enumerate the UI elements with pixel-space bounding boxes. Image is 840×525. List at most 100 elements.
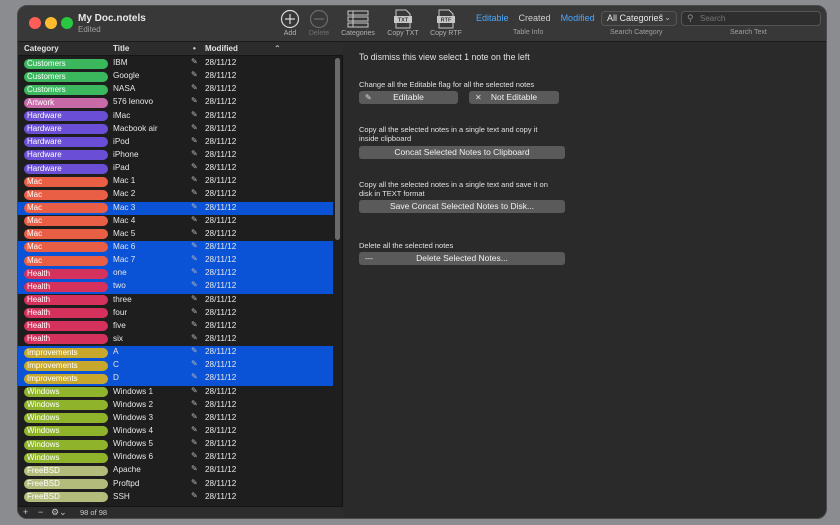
note-title: Windows 5	[113, 439, 154, 449]
minimize-window-button[interactable]	[45, 17, 57, 29]
table-row[interactable]: Customers IBM ✎ 28/11/12	[18, 57, 333, 70]
category-pill: Windows	[24, 426, 108, 437]
table-row[interactable]: Hardware iPhone ✎ 28/11/12	[18, 149, 333, 162]
category-pill: Windows	[24, 400, 108, 411]
zoom-window-button[interactable]	[61, 17, 73, 29]
segment-editable[interactable]: Editable	[471, 12, 514, 26]
table-row[interactable]: Health four ✎ 28/11/12	[18, 307, 333, 320]
table-row[interactable]: Windows Windows 2 ✎ 28/11/12	[18, 399, 333, 412]
pencil-icon: ✎	[191, 96, 198, 106]
close-window-button[interactable]	[29, 17, 41, 29]
note-title: three	[113, 294, 132, 304]
add-note-button[interactable]: +	[23, 507, 28, 517]
header-category[interactable]: Category	[24, 44, 59, 53]
table-row[interactable]: Health one ✎ 28/11/12	[18, 267, 333, 281]
categories-button[interactable]: Categories	[338, 9, 378, 39]
table-row[interactable]: Customers NASA ✎ 28/11/12	[18, 83, 333, 96]
table-row[interactable]: FreeBSD Apache ✎ 28/11/12	[18, 464, 333, 477]
table-row[interactable]: Mac Mac 6 ✎ 28/11/12	[18, 240, 333, 255]
table-row[interactable]: Windows Windows 5 ✎ 28/11/12	[18, 438, 333, 451]
editable-button[interactable]: ✎ Editable	[359, 91, 458, 104]
table-row[interactable]: FreeBSD SSH ✎ 28/11/12	[18, 491, 333, 504]
header-modified[interactable]: Modified	[205, 44, 238, 53]
pencil-icon: ✎	[191, 411, 198, 421]
search-text-caption: Search Text	[730, 29, 767, 36]
table-row[interactable]: Improvements C ✎ 28/11/12	[18, 359, 333, 373]
category-pill: Mac	[24, 189, 108, 200]
x-icon: ✕	[475, 93, 482, 102]
table-row[interactable]: Windows Windows 1 ✎ 28/11/12	[18, 386, 333, 399]
table-row[interactable]: Improvements D ✎ 28/11/12	[18, 372, 333, 386]
table-row[interactable]: Health six ✎ 28/11/12	[18, 333, 333, 346]
pencil-icon: ✎	[191, 188, 198, 198]
pencil-icon: ✎	[191, 109, 198, 119]
category-pill: Mac	[24, 216, 108, 227]
header-title[interactable]: Title	[113, 44, 129, 53]
dismiss-hint: To dismiss this view select 1 note on th…	[359, 52, 530, 62]
table-row[interactable]: Artwork 576 lenovo ✎ 28/11/12	[18, 96, 333, 109]
pencil-icon: ✎	[191, 438, 198, 448]
pencil-icon: ✎	[191, 306, 198, 316]
table-row[interactable]: Health five ✎ 28/11/12	[18, 320, 333, 333]
category-pill: Health	[24, 281, 108, 292]
category-pill: Windows	[24, 439, 108, 450]
modified-date: 28/11/12	[205, 281, 237, 291]
table-row[interactable]: FreeBSD Proftpd ✎ 28/11/12	[18, 478, 333, 491]
table-row[interactable]: Mac Mac 1 ✎ 28/11/12	[18, 175, 333, 188]
table-row[interactable]: Customers Google ✎ 28/11/12	[18, 70, 333, 83]
table-row[interactable]: Hardware Macbook air ✎ 28/11/12	[18, 123, 333, 136]
table-row[interactable]: Mac Mac 3 ✎ 28/11/12	[18, 201, 333, 215]
category-pill: FreeBSD	[24, 479, 108, 489]
delete-button[interactable]: Delete	[299, 9, 339, 39]
modified-date: 28/11/12	[205, 136, 237, 146]
copy-txt-button[interactable]: TXT Copy TXT	[383, 9, 423, 39]
category-pill: Mac	[24, 176, 108, 187]
header-dot[interactable]: •	[193, 44, 196, 53]
note-title: 576 lenovo	[113, 97, 154, 107]
pencil-icon: ✎	[191, 201, 198, 211]
delete-selected-notes-button[interactable]: — Delete Selected Notes...	[359, 252, 565, 265]
table-row[interactable]: Windows Windows 3 ✎ 28/11/12	[18, 412, 333, 425]
search-input[interactable]: ⚲ Search	[681, 11, 821, 26]
copy-rtf-button[interactable]: RTF Copy RTF	[426, 9, 466, 39]
concat-to-clipboard-button[interactable]: Concat Selected Notes to Clipboard	[359, 146, 565, 159]
note-title: iPad	[113, 163, 130, 173]
editable-button-label: Editable	[393, 92, 424, 102]
category-pill: Mac	[24, 203, 108, 214]
table-row[interactable]: Health two ✎ 28/11/12	[18, 280, 333, 294]
modified-date: 28/11/12	[205, 110, 237, 120]
note-title: NASA	[113, 84, 136, 94]
table-row[interactable]: Windows Windows 6 ✎ 28/11/12	[18, 451, 333, 464]
segment-created[interactable]: Created	[514, 12, 556, 26]
note-title: Windows 3	[113, 412, 154, 422]
table-row[interactable]: Mac Mac 2 ✎ 28/11/12	[18, 188, 333, 201]
not-editable-button[interactable]: ✕ Not Editable	[469, 91, 559, 104]
table-row[interactable]: Mac Mac 4 ✎ 28/11/12	[18, 215, 333, 228]
category-select[interactable]: All Categories ⌃⌄	[601, 11, 677, 26]
table-row[interactable]: Windows Windows 4 ✎ 28/11/12	[18, 425, 333, 438]
note-title: two	[113, 281, 126, 291]
chevron-updown-icon: ⌃⌄	[657, 13, 671, 22]
vertical-scrollbar[interactable]	[335, 58, 340, 240]
table-header: Category Title • Modified ⌃	[18, 42, 343, 56]
table-row[interactable]: Hardware iPod ✎ 28/11/12	[18, 136, 333, 149]
remove-note-button[interactable]: −	[38, 507, 43, 517]
table-row[interactable]: Health three ✎ 28/11/12	[18, 294, 333, 307]
plus-circle-icon	[280, 9, 300, 29]
gear-icon[interactable]: ⚙︎⌄	[51, 507, 67, 518]
pencil-icon: ✎	[191, 214, 198, 224]
pencil-icon: ✎	[191, 135, 198, 145]
category-pill: Customers	[24, 71, 108, 82]
table-row[interactable]: Improvements A ✎ 28/11/12	[18, 346, 333, 360]
table-row[interactable]: Hardware iMac ✎ 28/11/12	[18, 110, 333, 123]
modified-date: 28/11/12	[205, 399, 237, 409]
save-concat-to-disk-button[interactable]: Save Concat Selected Notes to Disk...	[359, 200, 565, 213]
table-row[interactable]: Mac Mac 7 ✎ 28/11/12	[18, 254, 333, 268]
category-pill: Mac	[24, 242, 108, 253]
note-title: Macbook air	[113, 123, 158, 133]
table-info-caption: Table Info	[513, 29, 544, 36]
delete-description: Delete all the selected notes	[359, 241, 454, 250]
segment-modified[interactable]: Modified	[556, 12, 600, 26]
table-row[interactable]: Mac Mac 5 ✎ 28/11/12	[18, 228, 333, 241]
table-row[interactable]: Hardware iPad ✎ 28/11/12	[18, 162, 333, 175]
